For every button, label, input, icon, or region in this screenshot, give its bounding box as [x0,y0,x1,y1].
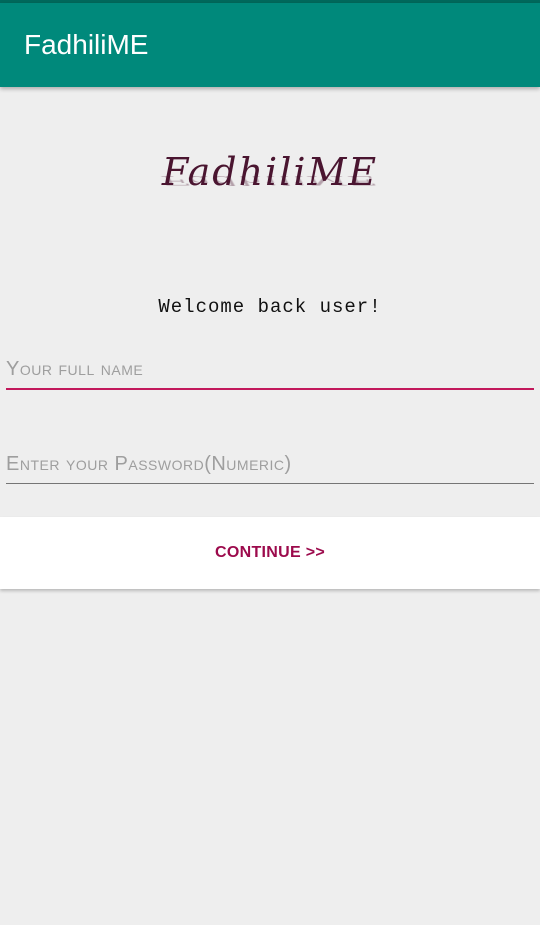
password-field[interactable] [6,447,534,484]
logo-reflection: FadhiliME [161,172,379,188]
full-name-input[interactable] [6,352,534,386]
logo: FadhiliME FadhiliME [140,150,400,220]
welcome-message: Welcome back user! [158,296,382,318]
password-input[interactable] [6,447,534,481]
full-name-field[interactable] [6,352,534,390]
continue-button-label: CONTINUE >> [215,544,325,561]
app-bar: FadhiliME [0,3,540,87]
app-title: FadhiliME [24,29,149,60]
continue-button[interactable]: CONTINUE >> [0,517,540,589]
